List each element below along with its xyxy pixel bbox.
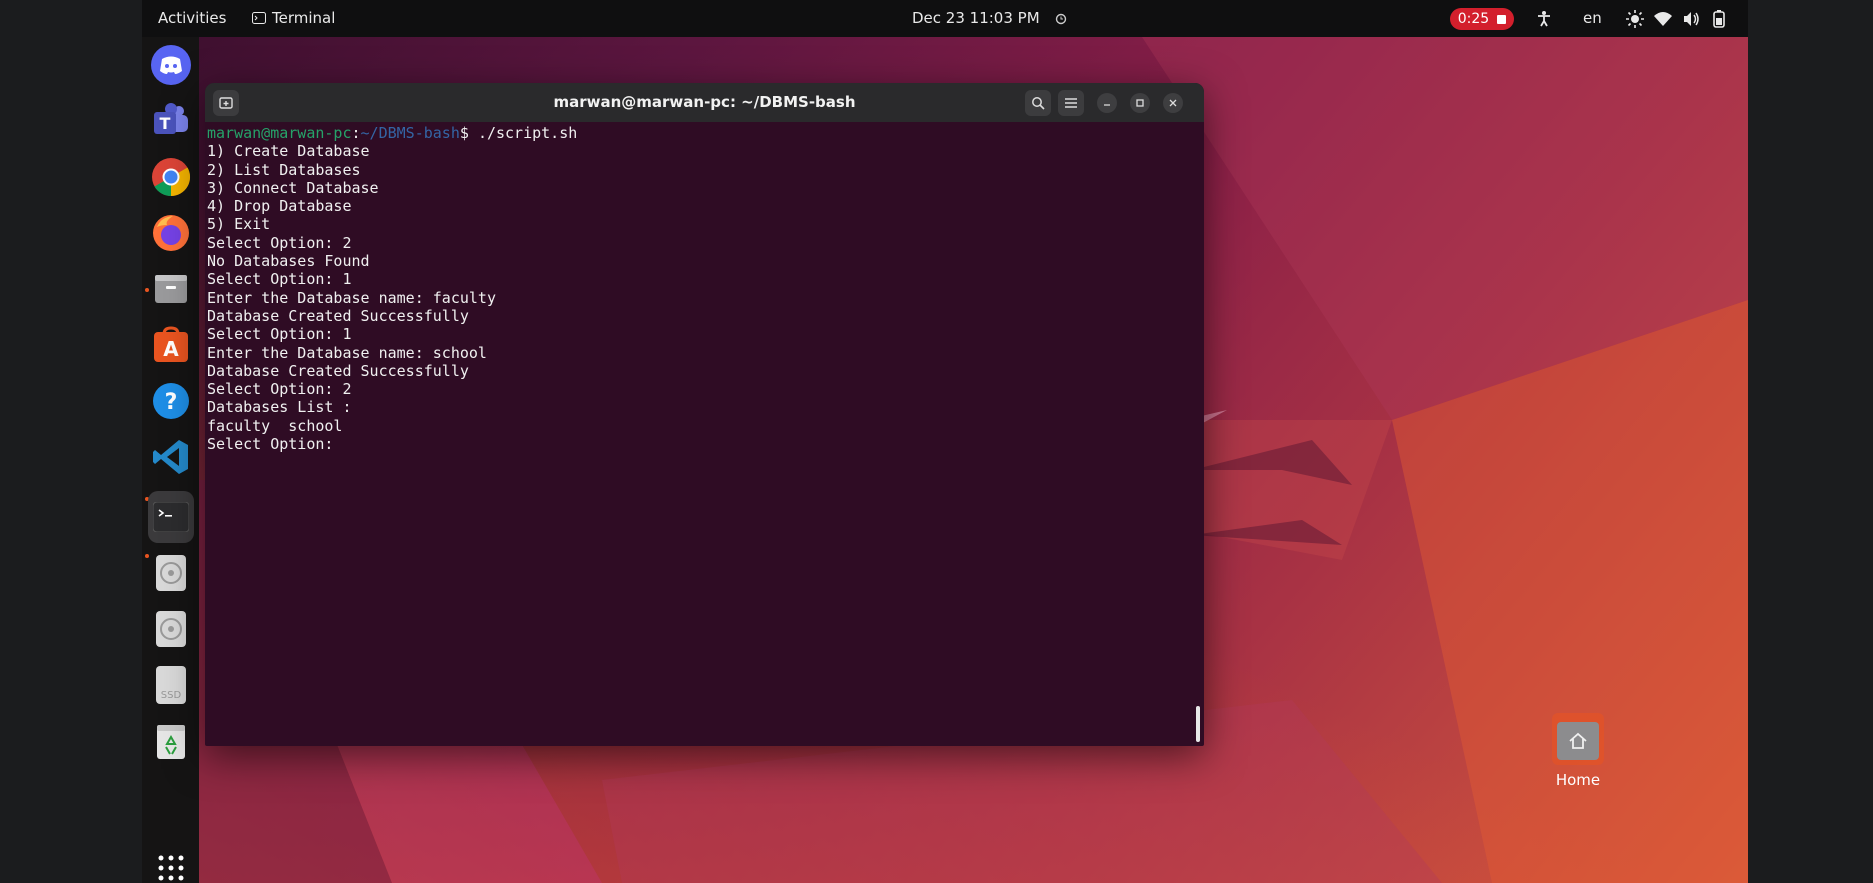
output-line: 5) Exit [207,215,271,234]
keyboard-layout-indicator[interactable]: en [1583,9,1602,27]
close-button[interactable] [1163,93,1183,113]
output-line: Select Option: [207,435,343,454]
menu-button[interactable] [1058,90,1084,116]
volume-icon[interactable] [1682,10,1700,28]
terminal-title: marwan@marwan-pc: ~/DBMS-bash [553,93,856,111]
output-line: Database Created Successfully [207,361,469,380]
output-line: faculty school [207,416,343,435]
output-line: No Databases Found [207,252,370,271]
minimize-button[interactable] [1097,93,1117,113]
search-icon [1032,97,1045,110]
app-menu[interactable]: Terminal [252,9,335,27]
dock-ssd[interactable]: SSD [148,662,194,708]
battery-icon[interactable] [1710,10,1728,28]
software-store-icon: A [154,326,188,362]
output-line: Select Option: 1 [207,325,352,344]
app-menu-label: Terminal [272,9,336,27]
clock[interactable]: Dec 23 11:03 PM [912,9,1068,27]
terminal-output[interactable]: marwan@marwan-pc:~/DBMS-bash$ ./script.s… [207,123,1196,746]
output-line: Enter the Database name: school [207,343,487,362]
chrome-icon [152,158,191,197]
prompt-dollar: $ [459,124,478,142]
accessibility-icon[interactable] [1535,10,1553,28]
wifi-icon[interactable] [1654,10,1672,28]
output-line: Databases List : [207,398,352,417]
home-folder-icon [1552,713,1604,765]
home-folder-label: Home [1555,771,1601,789]
prompt-user: marwan@marwan-pc [207,124,352,142]
output-line: 1) Create Database [207,142,370,161]
dock-terminal[interactable] [148,491,194,543]
firefox-icon [153,215,189,251]
output-line: Enter the Database name: faculty [207,288,496,307]
prompt-path: ~/DBMS-bash [360,124,460,142]
dock-disc-1[interactable] [148,550,194,596]
terminal-icon [153,502,189,532]
output-line: 2) List Databases [207,160,361,179]
dock-chrome[interactable] [148,154,194,200]
dock-help[interactable]: ? [148,378,194,424]
output-line: Select Option: 2 [207,233,352,252]
dock-firefox[interactable] [148,210,194,256]
ssd-label: SSD [160,690,182,701]
stop-recording-icon [1497,14,1507,24]
dock-vscode[interactable] [148,434,194,480]
svg-text:A: A [163,337,179,361]
output-line: Select Option: 1 [207,270,352,289]
ssd-drive-icon: SSD [156,666,186,704]
output-line: Select Option: 2 [207,380,352,399]
terminal-scrollbar[interactable] [1196,706,1200,742]
vscode-icon [153,440,188,474]
top-bar: Activities Terminal Dec 23 11:03 PM 0:25… [142,0,1748,37]
maximize-button[interactable] [1130,93,1150,113]
teams-icon: T [154,103,188,134]
prompt-separator: : [351,124,361,142]
terminal-header[interactable]: marwan@marwan-pc: ~/DBMS-bash [205,83,1204,122]
maximize-icon [1136,99,1144,107]
output-line: Database Created Successfully [207,306,469,325]
dock-trash[interactable] [148,718,194,764]
alarm-icon [1056,13,1067,25]
svg-text:T: T [160,114,171,133]
output-line: 4) Drop Database [207,197,352,216]
minimize-icon [1104,104,1110,106]
desktop-home-folder[interactable]: Home [1547,713,1609,789]
output-line: 3) Connect Database [207,178,379,197]
dock-software[interactable]: A [148,322,194,368]
trash-icon [157,725,185,759]
app-grid-icon [158,855,184,881]
terminal-window[interactable]: marwan@marwan-pc: ~/DBMS-bash marwan@mar… [205,83,1204,746]
svg-text:?: ? [165,390,178,415]
files-icon [155,275,187,303]
dock: T A ? SSD [142,37,199,883]
disc-icon [156,611,186,647]
clock-label: Dec 23 11:03 PM [912,9,1040,27]
dock-disc-2[interactable] [148,606,194,652]
terminal-small-icon [252,12,266,24]
recording-time: 0:25 [1457,11,1490,27]
activities-button[interactable]: Activities [158,9,226,27]
show-apps-button[interactable] [148,845,194,883]
search-button[interactable] [1025,90,1051,116]
help-icon: ? [153,383,189,419]
prompt-command: ./script.sh [477,124,578,142]
disc-icon [156,555,186,591]
dock-discord[interactable] [148,42,194,88]
close-icon [1169,99,1177,107]
screen-recording-indicator[interactable]: 0:25 [1450,8,1514,30]
dock-files[interactable] [148,266,194,312]
prompt-line: marwan@marwan-pc:~/DBMS-bash$ ./script.s… [207,124,1196,142]
hamburger-icon [1065,98,1077,108]
dock-teams[interactable]: T [148,98,194,144]
brightness-icon[interactable] [1626,10,1644,28]
discord-icon [151,45,191,85]
